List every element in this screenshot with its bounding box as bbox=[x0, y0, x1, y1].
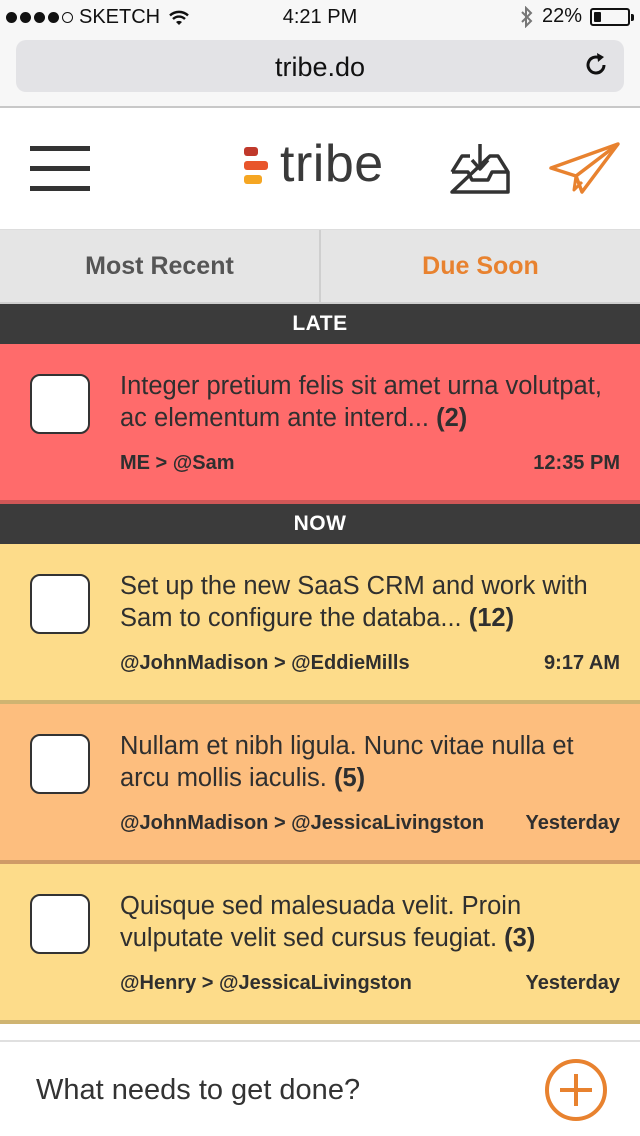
task-assignment: @Henry > @JessicaLivingston bbox=[120, 972, 412, 994]
comment-count: (3) bbox=[504, 924, 536, 952]
inbox-download-icon[interactable] bbox=[448, 142, 512, 196]
menu-icon[interactable] bbox=[30, 146, 90, 192]
task-title[interactable]: Nullam et nibh ligula. Nunc vitae nulla … bbox=[120, 730, 620, 794]
url-text[interactable]: tribe.do bbox=[16, 52, 624, 83]
task-assignment: @JohnMadison > @JessicaLivingston bbox=[120, 812, 485, 834]
logo-text: tribe bbox=[280, 135, 384, 193]
filter-tabs: Most Recent Due Soon bbox=[0, 230, 640, 304]
comment-count: (2) bbox=[436, 404, 468, 432]
task-title-text: Integer pretium felis sit amet urna volu… bbox=[120, 372, 602, 432]
browser-chrome: tribe.do bbox=[0, 34, 640, 108]
section-label: NOW bbox=[293, 512, 347, 535]
task-item[interactable]: Nullam et nibh ligula. Nunc vitae nulla … bbox=[0, 704, 640, 864]
app-header: tribe bbox=[0, 108, 640, 230]
section-header-now: NOW bbox=[0, 504, 640, 544]
tribe-logo: tribe bbox=[244, 138, 384, 190]
task-time: 12:35 PM bbox=[533, 452, 620, 474]
task-item[interactable]: Quisque sed malesuada velit. Proin vulpu… bbox=[0, 864, 640, 1024]
logo-mark bbox=[244, 145, 268, 189]
address-bar[interactable]: tribe.do bbox=[16, 40, 624, 92]
task-item[interactable]: Integer pretium felis sit amet urna volu… bbox=[0, 344, 640, 504]
bluetooth-icon bbox=[521, 5, 533, 28]
comment-count: (12) bbox=[468, 604, 515, 632]
tab-label: Due Soon bbox=[422, 251, 539, 280]
task-item[interactable]: Set up the new SaaS CRM and work with Sa… bbox=[0, 544, 640, 704]
task-meta: @JohnMadison > @EddieMills 9:17 AM bbox=[120, 652, 620, 675]
task-meta: ME > @Sam 12:35 PM bbox=[120, 452, 620, 475]
task-assignment: ME > @Sam bbox=[120, 452, 235, 474]
task-time: Yesterday bbox=[525, 812, 620, 834]
task-assignment: @JohnMadison > @EddieMills bbox=[120, 652, 410, 674]
comment-count: (5) bbox=[333, 764, 366, 792]
status-bar: SKETCH 4:21 PM 22% bbox=[0, 0, 640, 34]
task-time: Yesterday bbox=[525, 972, 620, 994]
tab-label: Most Recent bbox=[85, 251, 234, 280]
tab-due-soon[interactable]: Due Soon bbox=[319, 230, 640, 302]
new-task-composer bbox=[0, 1040, 640, 1136]
task-meta: @Henry > @JessicaLivingston Yesterday bbox=[120, 972, 620, 995]
paper-plane-icon[interactable] bbox=[548, 140, 622, 196]
tab-most-recent[interactable]: Most Recent bbox=[0, 230, 319, 302]
reload-icon[interactable] bbox=[582, 51, 610, 79]
battery-icon bbox=[590, 7, 634, 26]
section-header-late: LATE bbox=[0, 304, 640, 344]
task-title-text: Set up the new SaaS CRM and work with Sa… bbox=[120, 572, 588, 632]
task-checkbox[interactable] bbox=[30, 894, 90, 954]
task-title[interactable]: Integer pretium felis sit amet urna volu… bbox=[120, 370, 620, 434]
task-checkbox[interactable] bbox=[30, 734, 90, 794]
task-title[interactable]: Set up the new SaaS CRM and work with Sa… bbox=[120, 570, 620, 634]
section-label: LATE bbox=[292, 312, 348, 335]
task-checkbox[interactable] bbox=[30, 574, 90, 634]
task-title-text: Quisque sed malesuada velit. Proin vulpu… bbox=[120, 892, 522, 952]
battery-level bbox=[594, 11, 602, 22]
task-checkbox[interactable] bbox=[30, 374, 90, 434]
battery-percent: 22% bbox=[541, 5, 582, 27]
new-task-input[interactable] bbox=[36, 1070, 516, 1110]
task-meta: @JohnMadison > @JessicaLivingston Yester… bbox=[120, 812, 620, 835]
task-title[interactable]: Quisque sed malesuada velit. Proin vulpu… bbox=[120, 890, 620, 954]
add-task-icon[interactable] bbox=[544, 1058, 608, 1122]
task-time: 9:17 AM bbox=[544, 652, 620, 674]
